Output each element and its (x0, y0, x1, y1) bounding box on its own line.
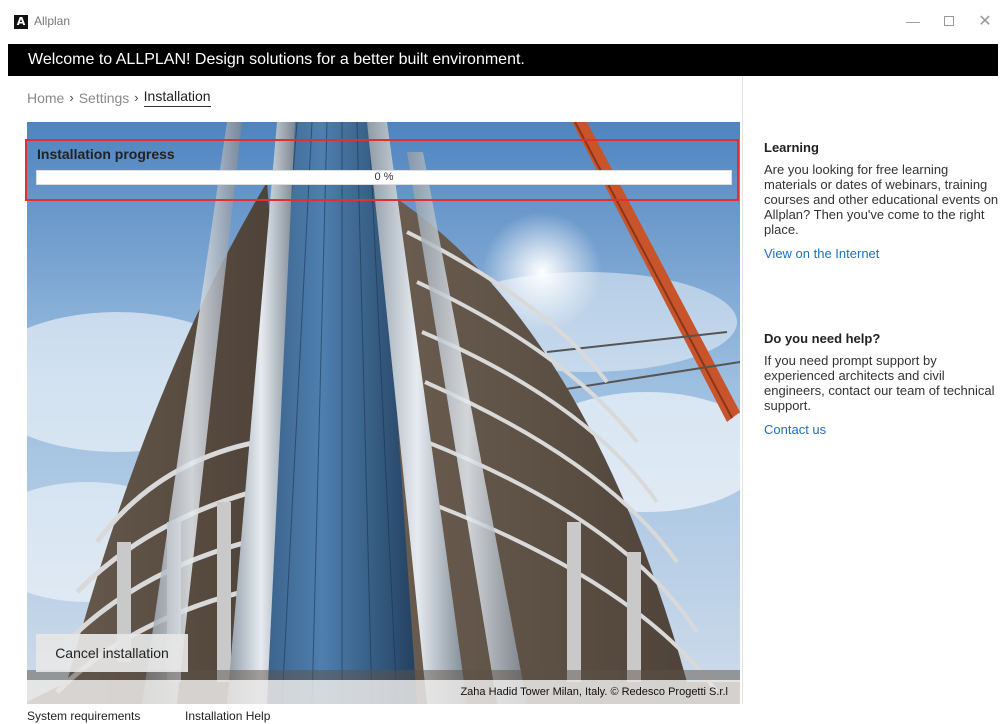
breadcrumb-settings[interactable]: Settings (79, 90, 130, 106)
learning-heading: Learning (764, 140, 819, 155)
title-bar: A Allplan — ✕ (0, 0, 1006, 42)
learning-text: Are you looking for free learning materi… (764, 162, 999, 237)
help-text: If you need prompt support by experience… (764, 353, 995, 413)
photo-caption: Zaha Hadid Tower Milan, Italy. © Redesco… (27, 680, 740, 704)
help-heading: Do you need help? (764, 331, 881, 346)
breadcrumb-installation: Installation (143, 88, 211, 107)
progress-percent: 0 % (374, 171, 394, 183)
view-on-internet-link[interactable]: View on the Internet (764, 246, 879, 261)
tower-photo (27, 122, 740, 704)
welcome-banner: Welcome to ALLPLAN! Design solutions for… (8, 44, 998, 76)
cancel-installation-button[interactable]: Cancel installation (36, 634, 188, 672)
panel-divider (742, 76, 743, 704)
minimize-icon: — (906, 13, 920, 29)
allplan-logo-icon: A (14, 15, 28, 29)
installation-progress-panel: Installation progress 0 % (25, 139, 739, 201)
help-section: Do you need help? If you need prompt sup… (764, 331, 1000, 439)
tower-illustration (27, 122, 740, 704)
footer: System requirements Installation Help (0, 704, 1006, 724)
maximize-button[interactable] (932, 8, 966, 34)
breadcrumb-separator-icon: › (69, 90, 74, 105)
breadcrumb: Home › Settings › Installation (27, 88, 211, 107)
maximize-icon (944, 16, 954, 26)
learning-section: Learning Are you looking for free learni… (764, 140, 1000, 263)
progress-bar: 0 % (36, 170, 732, 185)
breadcrumb-home[interactable]: Home (27, 90, 64, 106)
close-icon: ✕ (978, 13, 992, 30)
close-button[interactable]: ✕ (968, 8, 1002, 34)
contact-us-link[interactable]: Contact us (764, 422, 826, 437)
app-title: Allplan (34, 14, 71, 28)
installation-help-link[interactable]: Installation Help (185, 709, 270, 723)
system-requirements-link[interactable]: System requirements (27, 709, 140, 723)
progress-title: Installation progress (37, 146, 175, 162)
breadcrumb-separator-icon: › (134, 90, 139, 105)
minimize-button[interactable]: — (896, 8, 930, 34)
